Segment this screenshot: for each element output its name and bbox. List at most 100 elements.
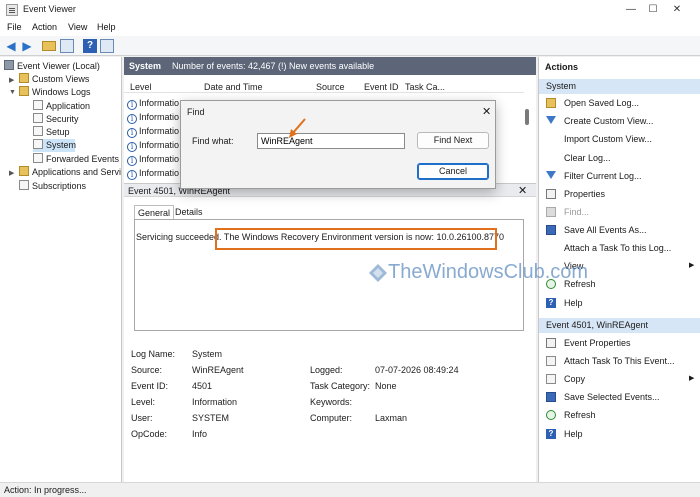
information-icon: i (127, 114, 137, 124)
filter-icon (546, 171, 556, 181)
action-create-custom-view[interactable]: Create Custom View... (539, 113, 700, 129)
events-scrollbar-thumb[interactable] (525, 109, 529, 125)
submenu-arrow-icon: ▶ (689, 375, 695, 382)
back-arrow-icon[interactable]: ◀ (4, 39, 18, 53)
action-clear-log[interactable]: Clear Log... (539, 150, 700, 166)
tree-windows-logs[interactable]: Windows Logs (19, 86, 91, 99)
submenu-arrow-icon: ▶ (689, 262, 695, 269)
table-row[interactable]: i Informatio (127, 153, 179, 166)
action-attach-task-to-event[interactable]: Attach Task To This Event... (539, 353, 700, 369)
action-copy[interactable]: Copy ▶ (539, 371, 700, 387)
action-label: Create Custom View... (564, 116, 654, 126)
tree-system[interactable]: System (33, 139, 76, 152)
table-row[interactable]: i Informatio (127, 139, 179, 152)
row-level: Informatio (139, 112, 180, 122)
tree-label: Subscriptions (32, 181, 87, 191)
collapse-arrow-icon[interactable]: ▼ (9, 89, 16, 96)
tree-setup[interactable]: Setup (33, 126, 70, 139)
tree-event-viewer-local[interactable]: Event Viewer (Local) (4, 60, 100, 73)
row-level: Informatio (139, 168, 180, 178)
task-icon (546, 356, 556, 366)
action-event-properties[interactable]: Event Properties (539, 335, 700, 351)
tab-details[interactable]: Details (172, 205, 206, 219)
forward-arrow-icon[interactable]: ▶ (20, 39, 34, 53)
action-open-saved-log[interactable]: Open Saved Log... (539, 95, 700, 111)
action-save-selected-events[interactable]: Save Selected Events... (539, 389, 700, 405)
action-label: Save Selected Events... (564, 392, 660, 402)
action-help-event[interactable]: ? Help (539, 426, 700, 442)
table-row[interactable]: i Informatio (127, 97, 179, 110)
folder-icon (19, 73, 29, 83)
label-event-id: Event ID: (131, 381, 169, 391)
find-what-label: Find what: (192, 136, 234, 146)
value-log-name: System (192, 349, 223, 359)
open-folder-icon[interactable] (42, 41, 56, 51)
tree-custom-views[interactable]: Custom Views (19, 73, 89, 86)
action-label: Attach Task To This Event... (564, 356, 675, 366)
filter-icon (546, 116, 556, 126)
table-row[interactable]: i Informatio (127, 125, 179, 138)
log-name-label: System (129, 61, 162, 71)
show-hide-action-pane-icon[interactable] (100, 39, 114, 53)
action-filter-current-log[interactable]: Filter Current Log... (539, 168, 700, 184)
find-what-input[interactable] (257, 133, 405, 149)
help-icon: ? (546, 298, 556, 308)
action-refresh-event[interactable]: Refresh (539, 407, 700, 423)
action-label: Properties (564, 189, 606, 199)
close-button[interactable]: ✕ (654, 0, 700, 20)
copy-icon (546, 374, 556, 384)
column-event-id[interactable]: Event ID (364, 82, 399, 92)
action-properties[interactable]: Properties (539, 186, 700, 202)
actions-section-event[interactable]: Event 4501, WinREAgent (539, 318, 700, 333)
actions-section-system[interactable]: System (539, 79, 700, 94)
tree-forwarded-events[interactable]: Forwarded Events (33, 153, 119, 166)
action-find[interactable]: Find... (539, 204, 700, 220)
action-help[interactable]: ? Help (539, 295, 700, 311)
tab-general[interactable]: General (134, 205, 175, 219)
find-icon (546, 207, 556, 217)
information-icon: i (127, 170, 137, 180)
tree-label: Setup (46, 127, 70, 137)
label-keywords: Keywords: (310, 397, 353, 407)
tree-applications-services[interactable]: Applications and Servi (19, 166, 121, 179)
label-log-name: Log Name: (131, 349, 176, 359)
tree-security[interactable]: Security (33, 113, 79, 126)
column-date-time[interactable]: Date and Time (204, 82, 263, 92)
action-save-all-events[interactable]: Save All Events As... (539, 222, 700, 238)
find-dialog-close-icon[interactable]: ✕ (482, 105, 491, 118)
column-level[interactable]: Level (130, 82, 152, 92)
tree-subscriptions[interactable]: Subscriptions (19, 180, 86, 193)
label-level: Level: (131, 397, 156, 407)
close-detail-icon[interactable]: ✕ (518, 184, 527, 197)
column-task-category[interactable]: Task Ca... (405, 82, 445, 92)
menu-action[interactable]: Action (32, 22, 57, 32)
row-level: Informatio (139, 140, 180, 150)
table-row[interactable]: i Informatio (127, 167, 179, 180)
value-user: SYSTEM (192, 413, 230, 423)
menu-file[interactable]: File (7, 22, 22, 32)
log-icon (33, 126, 43, 136)
tree-label: Custom Views (32, 74, 90, 84)
action-import-custom-view[interactable]: Import Custom View... (539, 131, 700, 147)
expand-arrow-icon[interactable]: ▶ (9, 76, 14, 84)
find-next-button[interactable]: Find Next (417, 132, 489, 149)
watermark-text: TheWindowsClub.com (388, 261, 589, 283)
expand-arrow-icon[interactable]: ▶ (9, 169, 14, 177)
actions-title: Actions (545, 62, 579, 72)
menu-view[interactable]: View (68, 22, 87, 32)
column-source[interactable]: Source (316, 82, 345, 92)
value-logged: 07-07-2026 08:49:24 (375, 365, 459, 375)
action-attach-task-to-log[interactable]: Attach a Task To this Log... (539, 240, 700, 256)
table-row[interactable]: i Informatio (127, 111, 179, 124)
cancel-button[interactable]: Cancel (417, 163, 489, 180)
tree-label: Applications and Servi (32, 167, 122, 177)
action-label: Copy (564, 374, 586, 384)
help-icon[interactable]: ? (83, 39, 97, 53)
action-label: Import Custom View... (564, 134, 652, 144)
folder-icon (19, 86, 29, 96)
label-computer: Computer: (310, 413, 353, 423)
tree-application[interactable]: Application (33, 100, 90, 113)
menu-help[interactable]: Help (97, 22, 116, 32)
show-hide-tree-icon[interactable] (60, 39, 74, 53)
annotation-arrow-icon (289, 118, 306, 138)
